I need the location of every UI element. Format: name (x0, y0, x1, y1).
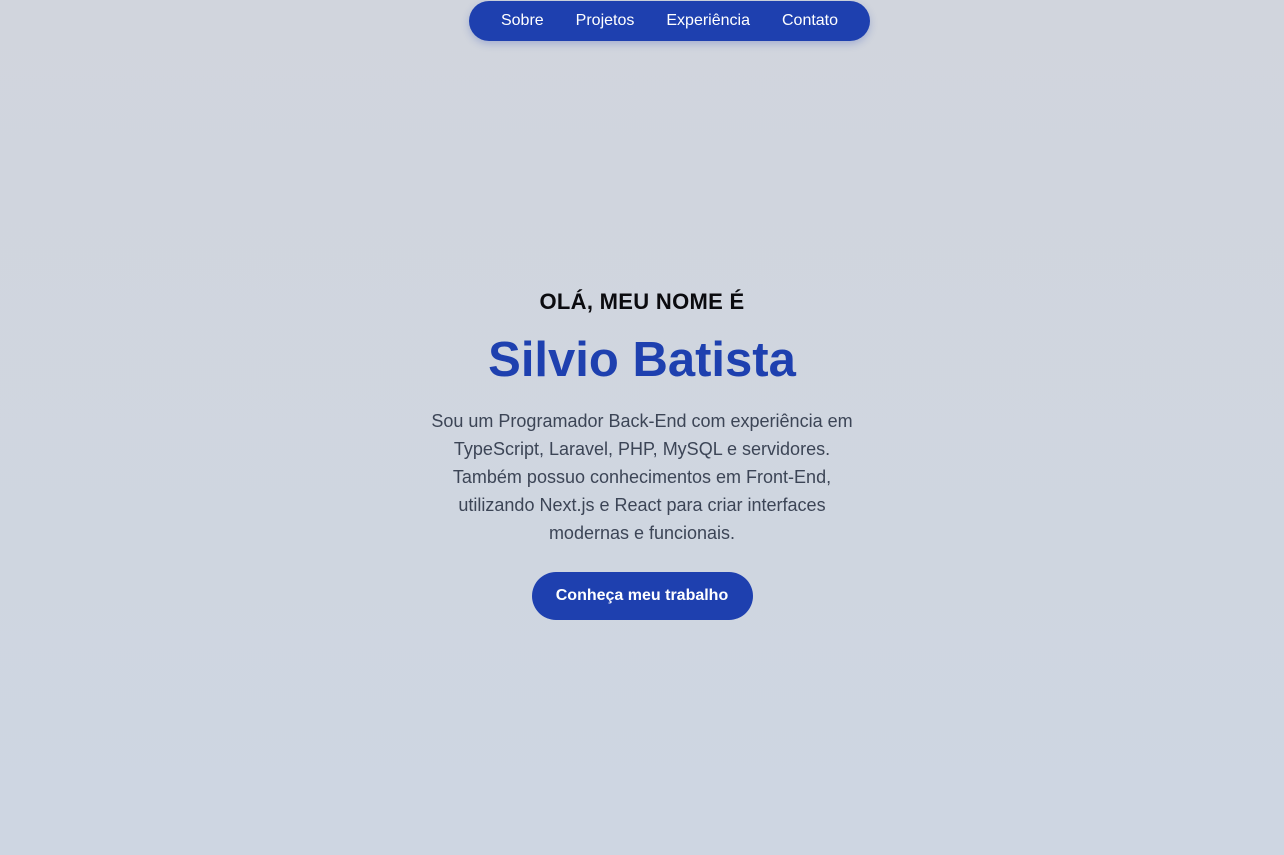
hero-section: OLÁ, MEU NOME É Silvio Batista Sou um Pr… (0, 285, 1284, 620)
nav-link-contato[interactable]: Contato (782, 13, 838, 29)
top-navbar: Sobre Projetos Experiência Contato (469, 1, 870, 41)
hero-name: Silvio Batista (488, 333, 796, 387)
hero-greeting: OLÁ, MEU NOME É (539, 289, 745, 314)
cta-button[interactable]: Conheça meu trabalho (531, 572, 753, 620)
nav-link-experiencia[interactable]: Experiência (666, 13, 750, 29)
nav-link-projetos[interactable]: Projetos (576, 13, 635, 29)
hero-bio: Sou um Programador Back-End com experiên… (431, 411, 853, 543)
nav-link-sobre[interactable]: Sobre (501, 13, 544, 29)
